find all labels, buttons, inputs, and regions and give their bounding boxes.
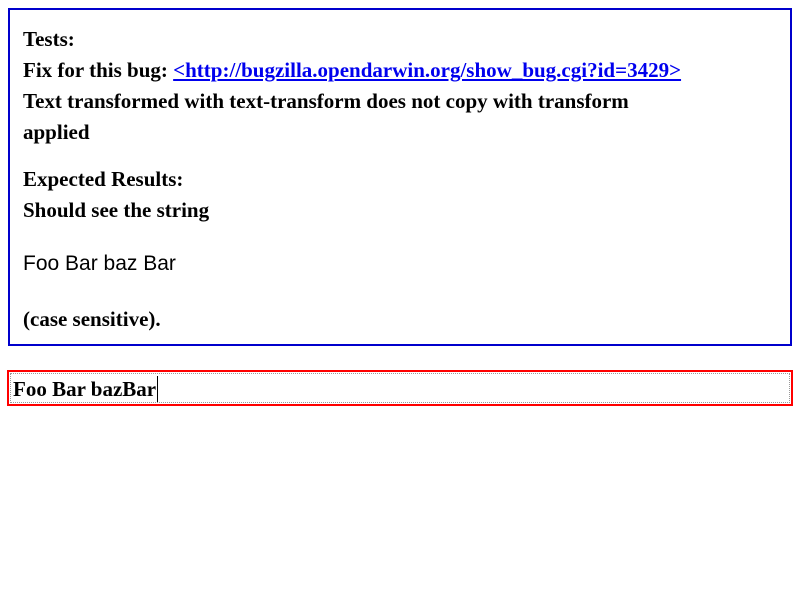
text-caret	[157, 376, 159, 402]
input-value-text: Foo Bar bazBar	[13, 377, 157, 401]
tests-heading: Tests:	[23, 27, 75, 51]
text-input-frame[interactable]: Foo Bar bazBar	[7, 370, 793, 406]
bug-fix-line: Fix for this bug: <http://bugzilla.opend…	[23, 55, 681, 86]
bug-fix-prefix: Fix for this bug:	[23, 58, 174, 82]
expected-sample-string: Foo Bar baz Bar	[23, 252, 176, 275]
expected-results-text: Should see the string	[23, 198, 210, 222]
bug-link[interactable]: <http://bugzilla.opendarwin.org/show_bug…	[173, 58, 681, 82]
expected-results-heading: Expected Results:	[23, 167, 184, 191]
description-line-2: applied	[23, 120, 90, 144]
case-sensitive-note: (case sensitive).	[23, 307, 161, 331]
test-description-box: Tests: Fix for this bug: <http://bugzill…	[8, 8, 792, 346]
description-line-1: Text transformed with text-transform doe…	[23, 89, 629, 113]
text-input[interactable]: Foo Bar bazBar	[10, 373, 790, 403]
text-input-value: Foo Bar bazBar	[13, 376, 159, 402]
